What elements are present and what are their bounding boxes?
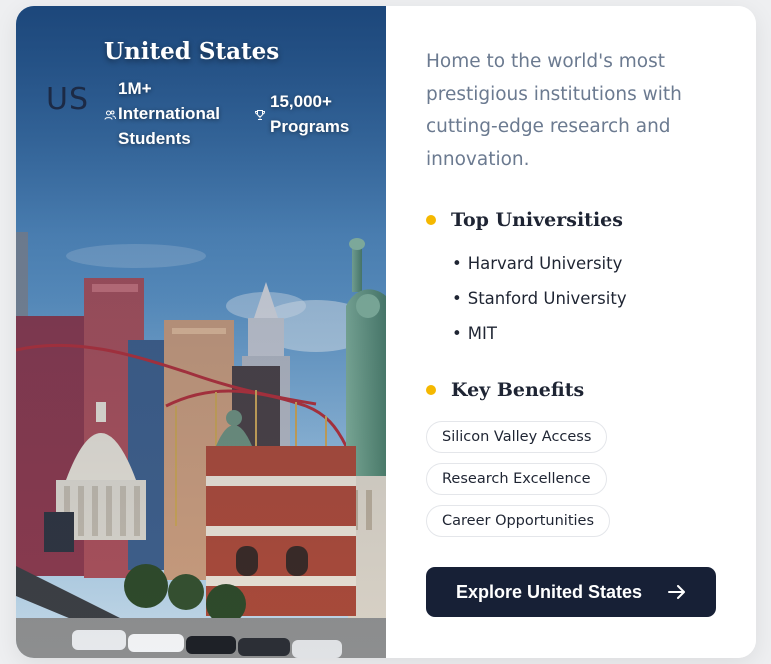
country-title: United States [104,38,280,65]
country-details: Home to the world's most prestigious ins… [386,6,756,658]
key-benefits-heading: Key Benefits [426,379,584,401]
benefit-tag: Career Opportunities [426,505,611,537]
image-overlay: US United States 1M+ International Stude… [16,6,386,658]
bullet-icon: • [452,254,462,273]
students-value: 1M+ [118,79,152,98]
country-card: US United States 1M+ International Stude… [16,6,756,658]
stat-programs: 15,000+ Programs [254,89,374,139]
top-universities-title: Top Universities [451,209,623,231]
benefit-tag: Research Excellence [426,463,607,495]
list-item: • Harvard University [452,252,627,287]
country-image: US United States 1M+ International Stude… [16,6,386,658]
programs-label: Programs [270,117,350,136]
university-list: • Harvard University • Stanford University… [452,252,627,357]
explore-button-label: Explore United States [455,581,643,602]
trophy-icon [254,110,266,120]
stat-students: 1M+ International Students [104,76,254,151]
programs-value: 15,000+ [270,92,332,111]
students-label-line2: Students [118,129,191,148]
bullet-icon: • [452,289,462,308]
university-name: Harvard University [467,254,623,273]
accent-dot-icon [426,385,436,395]
country-description: Home to the world's most prestigious ins… [426,51,682,170]
university-name: Stanford University [467,289,627,308]
users-icon [104,110,116,120]
bullet-icon: • [452,324,462,343]
country-code: US [46,82,90,117]
explore-country-button[interactable]: Explore United States [426,567,716,617]
top-universities-heading: Top Universities [426,209,623,231]
students-label-line1: International [118,104,221,123]
list-item: • Stanford University [452,287,627,322]
list-item: • MIT [452,322,627,357]
benefit-tag: Silicon Valley Access [426,421,608,453]
university-name: MIT [467,324,497,343]
benefit-tags: Silicon Valley Access Research Excellenc… [426,421,611,547]
key-benefits-title: Key Benefits [451,379,585,401]
arrow-right-icon [668,585,686,599]
accent-dot-icon [426,215,436,225]
